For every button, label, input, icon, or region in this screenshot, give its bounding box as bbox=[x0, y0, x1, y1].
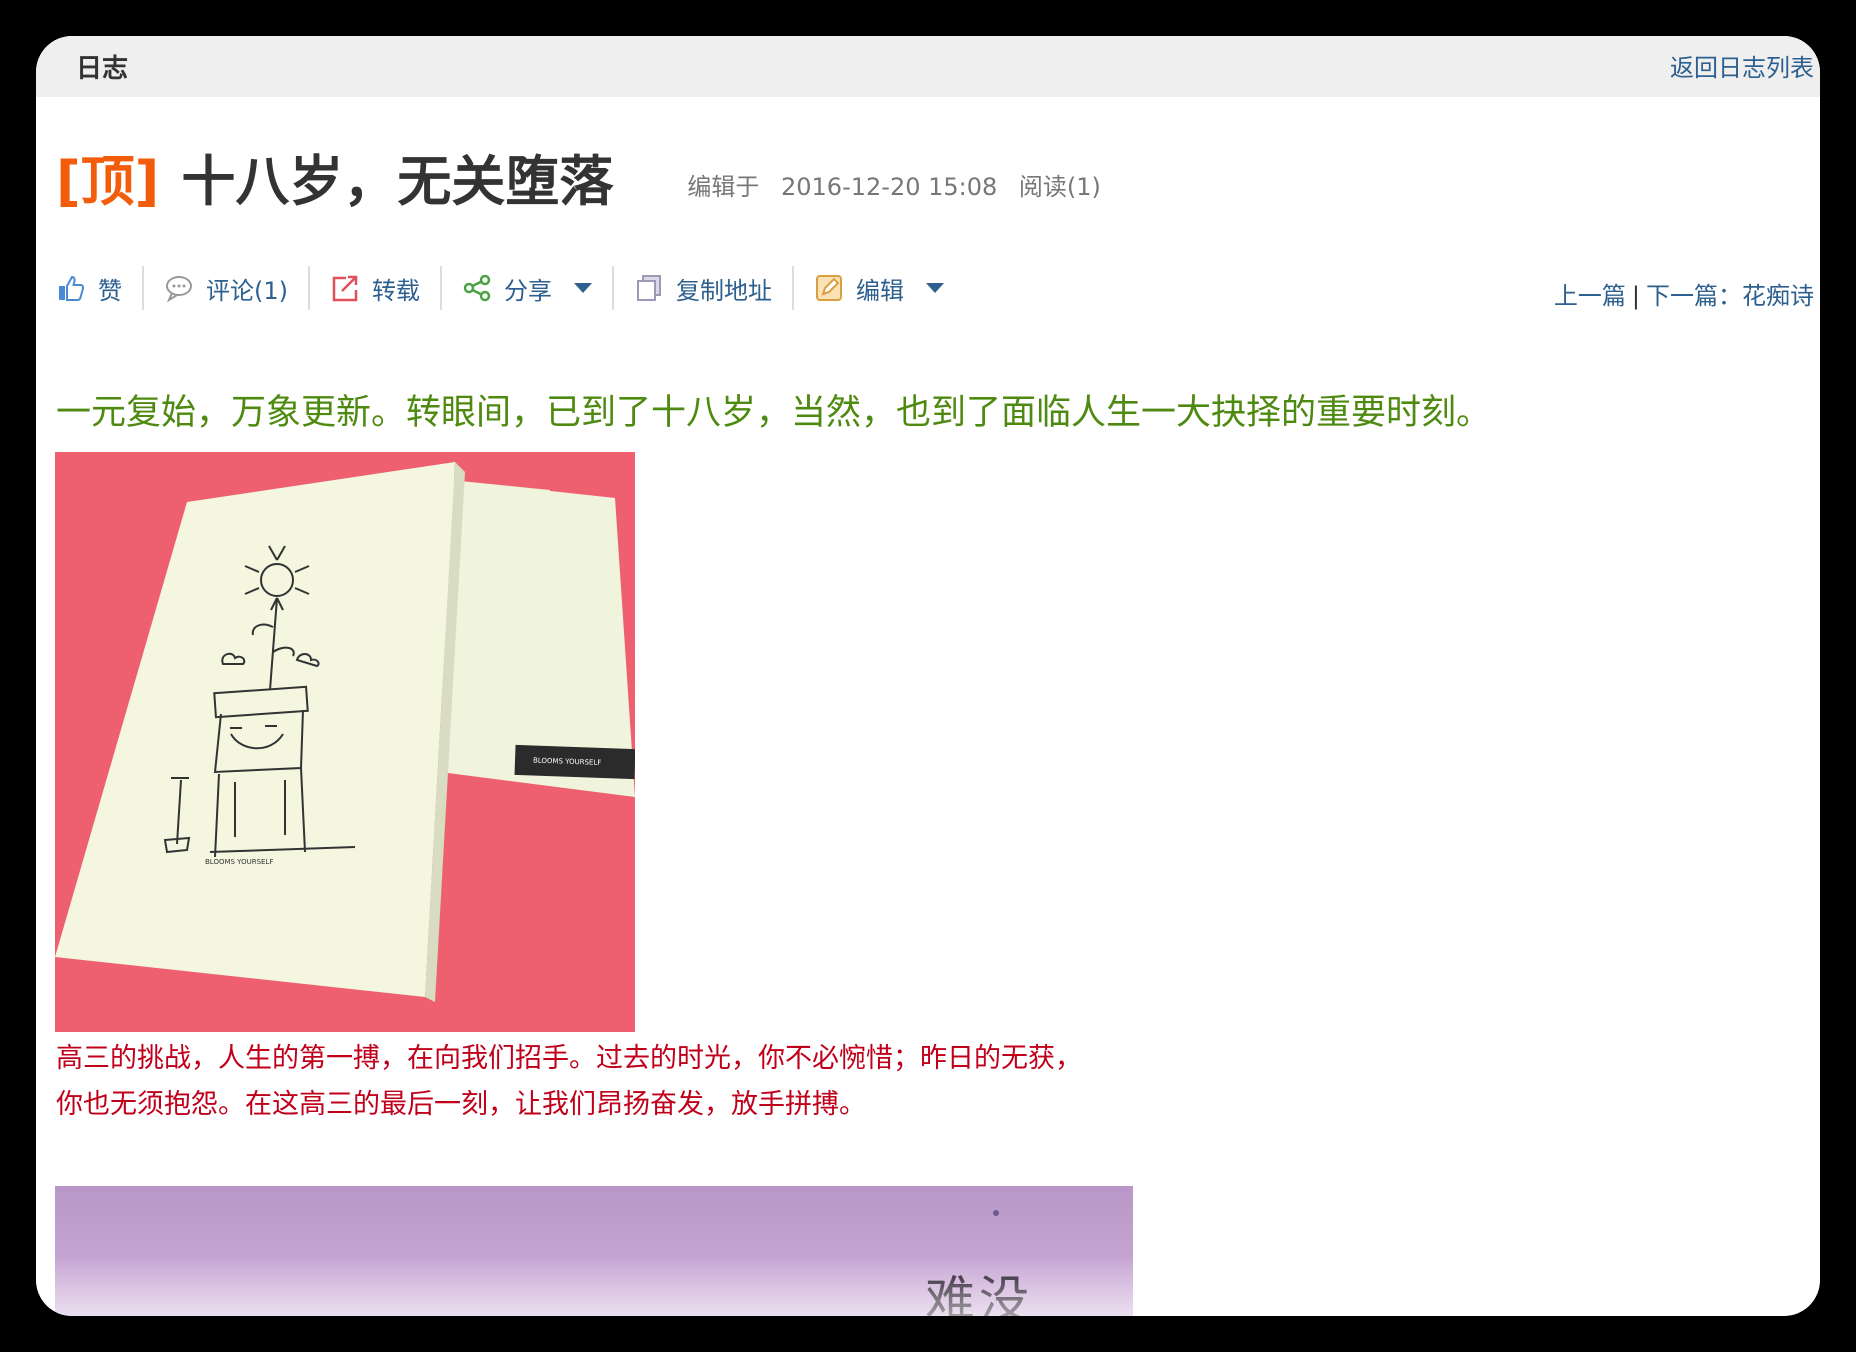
caption-line: 高三的挑战，人生的第一搏，在向我们招手。过去的时光，你不必惋惜；昨日的无获， bbox=[56, 1043, 1082, 1074]
like-button[interactable]: 赞 bbox=[56, 266, 142, 310]
greeting-card-illustration: BLOOMS YOURSELF BLOOMS YOURSELF bbox=[55, 462, 635, 1002]
header-bar: 日志 返回日志列表 bbox=[36, 36, 1820, 97]
post-title-row: [顶] 十八岁，无关堕落 编辑于 2016-12-20 15:08 阅读(1) bbox=[56, 136, 1115, 216]
edit-pencil-icon bbox=[816, 275, 842, 301]
caret-down-icon[interactable] bbox=[574, 283, 592, 293]
caption-line: 你也无须抱怨。在这高三的最后一刻，让我们昂扬奋发，放手拼搏。 bbox=[56, 1089, 866, 1120]
post-title: 十八岁，无关堕落 bbox=[181, 149, 614, 213]
next-post-link[interactable]: 下一篇：花痴诗 bbox=[1646, 282, 1814, 310]
section-title: 日志 bbox=[76, 54, 129, 84]
prev-post-link[interactable]: 上一篇 bbox=[1554, 282, 1626, 310]
pinned-tag: [顶] bbox=[56, 149, 160, 213]
edit-button[interactable]: 编辑 bbox=[794, 266, 964, 310]
read-count: 阅读(1) bbox=[1018, 172, 1101, 201]
caret-down-icon[interactable] bbox=[926, 283, 944, 293]
back-to-list-link[interactable]: 返回日志列表 bbox=[1670, 48, 1814, 83]
intro-paragraph: 一元复始，万象更新。转眼间，已到了十八岁，当然，也到了面临人生一大抉择的重要时刻… bbox=[56, 393, 1492, 433]
repost-arrow-icon bbox=[332, 275, 358, 302]
nav-divider: | bbox=[1631, 282, 1640, 310]
edit-label: 编辑 bbox=[856, 276, 904, 305]
post-meta: 编辑于 2016-12-20 15:08 阅读(1) bbox=[687, 167, 1115, 202]
thumbs-up-icon bbox=[59, 275, 85, 301]
share-button[interactable]: 分享 bbox=[442, 266, 612, 310]
comment-label: 评论(1) bbox=[206, 276, 288, 305]
blog-window: 日志 返回日志列表 [顶] 十八岁，无关堕落 编辑于 2016-12-20 15… bbox=[36, 36, 1820, 1316]
post-navigation: 上一篇 | 下一篇：花痴诗 bbox=[1554, 276, 1814, 311]
card-brand-text: BLOOMS YOURSELF bbox=[205, 858, 273, 866]
repost-button[interactable]: 转载 bbox=[310, 266, 440, 310]
greeting-card-image: BLOOMS YOURSELF BLOOMS YOURSELF bbox=[55, 452, 635, 1032]
edited-label: 编辑于 bbox=[687, 172, 760, 201]
copy-link-button[interactable]: 复制地址 bbox=[614, 266, 792, 310]
like-label: 赞 bbox=[98, 276, 122, 305]
copy-link-label: 复制地址 bbox=[676, 276, 772, 305]
copy-pages-icon bbox=[637, 275, 661, 301]
comment-button[interactable]: 评论(1) bbox=[144, 266, 308, 310]
post-datetime: 2016-12-20 15:08 bbox=[781, 172, 998, 201]
post-toolbar: 赞 评论(1) 转载 分享 复制地址 编辑 bbox=[56, 258, 964, 318]
calligraphy-text: 难没 bbox=[925, 1271, 1033, 1316]
image-speck bbox=[993, 1210, 999, 1216]
speech-bubble-icon bbox=[166, 276, 192, 303]
calligraphy-image: 难没 bbox=[55, 1186, 1133, 1316]
repost-label: 转载 bbox=[372, 276, 420, 305]
caption-paragraph: 高三的挑战，人生的第一搏，在向我们招手。过去的时光，你不必惋惜；昨日的无获， 你… bbox=[56, 1036, 1156, 1128]
share-label: 分享 bbox=[504, 276, 552, 305]
share-nodes-icon bbox=[463, 274, 491, 302]
